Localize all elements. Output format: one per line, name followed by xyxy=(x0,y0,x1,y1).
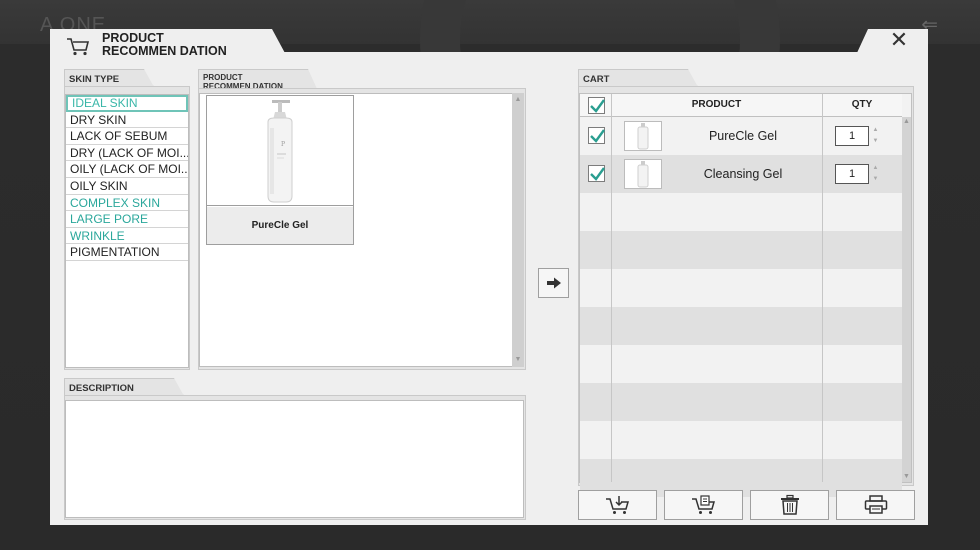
skin-type-item[interactable]: IDEAL SKIN xyxy=(66,95,188,112)
skin-type-item[interactable]: DRY (LACK OF MOI... xyxy=(66,145,188,162)
cart-item-thumbnail xyxy=(624,159,662,189)
skin-type-item[interactable]: COMPLEX SKIN xyxy=(66,195,188,212)
check-icon xyxy=(590,129,605,143)
product-image: P xyxy=(207,96,353,206)
arrow-right-icon xyxy=(546,277,561,289)
printer-icon xyxy=(864,495,887,514)
close-icon: ✕ xyxy=(889,27,909,52)
trash-icon xyxy=(780,494,799,515)
pump-bottle-icon: P xyxy=(267,99,293,202)
cart-row-empty xyxy=(580,307,902,345)
svg-text:P: P xyxy=(281,141,285,148)
delete-button[interactable] xyxy=(750,490,829,520)
cart-list-button[interactable] xyxy=(664,490,743,520)
column-divider xyxy=(822,94,823,482)
recommendation-scrollbar[interactable]: ▲ ▼ xyxy=(512,93,524,367)
cart-table: PRODUCT QTY PureCle Gel 1 ▲ ▼ Cleansing Gel 1… xyxy=(579,93,912,497)
cart-row-empty xyxy=(580,231,902,269)
cart-row[interactable]: PureCle Gel 1 ▲ ▼ xyxy=(580,117,902,155)
skin-type-tab: SKIN TYPE xyxy=(64,69,154,87)
product-card[interactable]: P PureCle Gel xyxy=(206,95,354,245)
skin-type-item[interactable]: OILY (LACK OF MOI... xyxy=(66,161,188,178)
product-card-name: PureCle Gel xyxy=(207,207,353,244)
select-all-checkbox[interactable] xyxy=(588,97,605,114)
column-divider xyxy=(611,94,612,482)
cart-document-icon xyxy=(691,495,715,514)
check-icon xyxy=(590,99,605,113)
cart-item-checkbox[interactable] xyxy=(588,165,605,182)
skin-type-list: IDEAL SKIN DRY SKIN LACK OF SEBUM DRY (LACK… xyxy=(66,95,188,261)
cart-tab: CART xyxy=(578,69,698,87)
bottle-icon xyxy=(637,123,649,150)
cart-row-empty xyxy=(580,345,902,383)
skin-type-item[interactable]: DRY SKIN xyxy=(66,112,188,129)
scroll-down-icon[interactable]: ▼ xyxy=(512,355,524,365)
quantity-decrease-icon[interactable]: ▼ xyxy=(871,137,880,146)
check-icon xyxy=(590,167,605,181)
dialog-title: PRODUCT RECOMMEN DATION xyxy=(102,32,227,58)
cart-item-name: PureCle Gel xyxy=(708,129,778,143)
cart-row-empty xyxy=(580,383,902,421)
skin-type-item[interactable]: LACK OF SEBUM xyxy=(66,128,188,145)
cart-scrollbar[interactable]: ▲ ▼ xyxy=(902,117,911,482)
move-to-cart-button[interactable] xyxy=(538,268,569,298)
scroll-up-icon[interactable]: ▲ xyxy=(512,95,524,105)
scroll-down-icon[interactable]: ▼ xyxy=(902,472,911,482)
cart-row-empty xyxy=(580,193,902,231)
close-button[interactable]: ✕ xyxy=(888,27,910,52)
description-tab: DESCRIPTION xyxy=(64,378,184,396)
dialog-title-line2: RECOMMEN DATION xyxy=(102,44,227,58)
column-header-qty: QTY xyxy=(851,99,873,110)
skin-type-item[interactable]: OILY SKIN xyxy=(66,178,188,195)
add-to-cart-button[interactable] xyxy=(578,490,657,520)
print-button[interactable] xyxy=(836,490,915,520)
quantity-field[interactable]: 1 xyxy=(835,164,869,184)
cart-icon xyxy=(67,38,90,56)
skin-type-list-box: IDEAL SKIN DRY SKIN LACK OF SEBUM DRY (LACK… xyxy=(65,94,189,368)
skin-type-item[interactable]: LARGE PORE xyxy=(66,211,188,228)
scroll-up-icon[interactable]: ▲ xyxy=(902,117,911,127)
quantity-increase-icon[interactable]: ▲ xyxy=(871,164,880,173)
cart-item-thumbnail xyxy=(624,121,662,151)
quantity-increase-icon[interactable]: ▲ xyxy=(871,126,880,135)
description-text xyxy=(65,400,524,518)
quantity-decrease-icon[interactable]: ▼ xyxy=(871,175,880,184)
product-recommendation-label-line1: PRODUCT xyxy=(203,73,243,82)
bottle-icon xyxy=(637,161,649,188)
cart-item-name: Cleansing Gel xyxy=(703,167,783,181)
cart-table-header: PRODUCT QTY xyxy=(580,94,902,117)
column-header-product: PRODUCT xyxy=(691,99,742,110)
cart-row-empty xyxy=(580,269,902,307)
cart-row[interactable]: Cleansing Gel 1 ▲ ▼ xyxy=(580,155,902,193)
cart-row-empty xyxy=(580,421,902,459)
cart-download-icon xyxy=(605,496,629,514)
quantity-field[interactable]: 1 xyxy=(835,126,869,146)
skin-type-item[interactable]: WRINKLE xyxy=(66,228,188,245)
cart-item-checkbox[interactable] xyxy=(588,127,605,144)
skin-type-item[interactable]: PIGMENTATION xyxy=(66,244,188,261)
